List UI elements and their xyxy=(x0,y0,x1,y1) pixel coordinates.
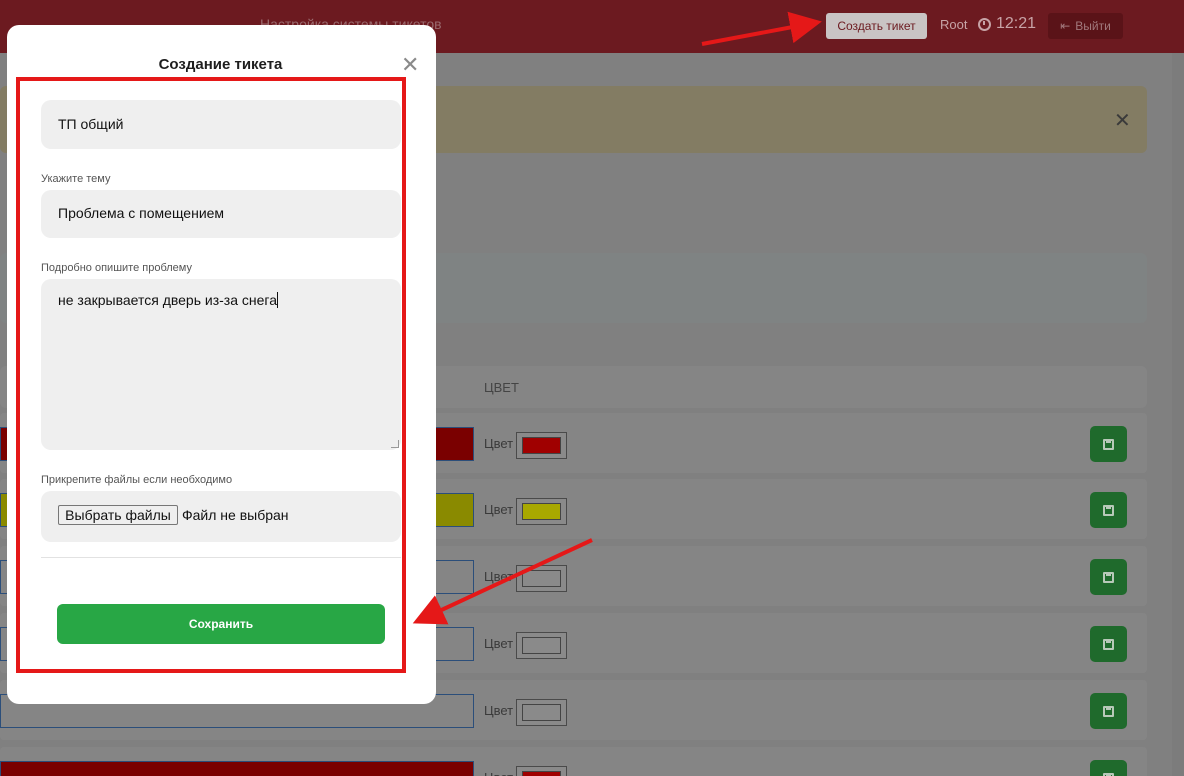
annotation-arrows xyxy=(412,11,822,625)
arrow-to-save-button xyxy=(412,538,593,625)
arrow-to-create-button xyxy=(701,11,822,46)
